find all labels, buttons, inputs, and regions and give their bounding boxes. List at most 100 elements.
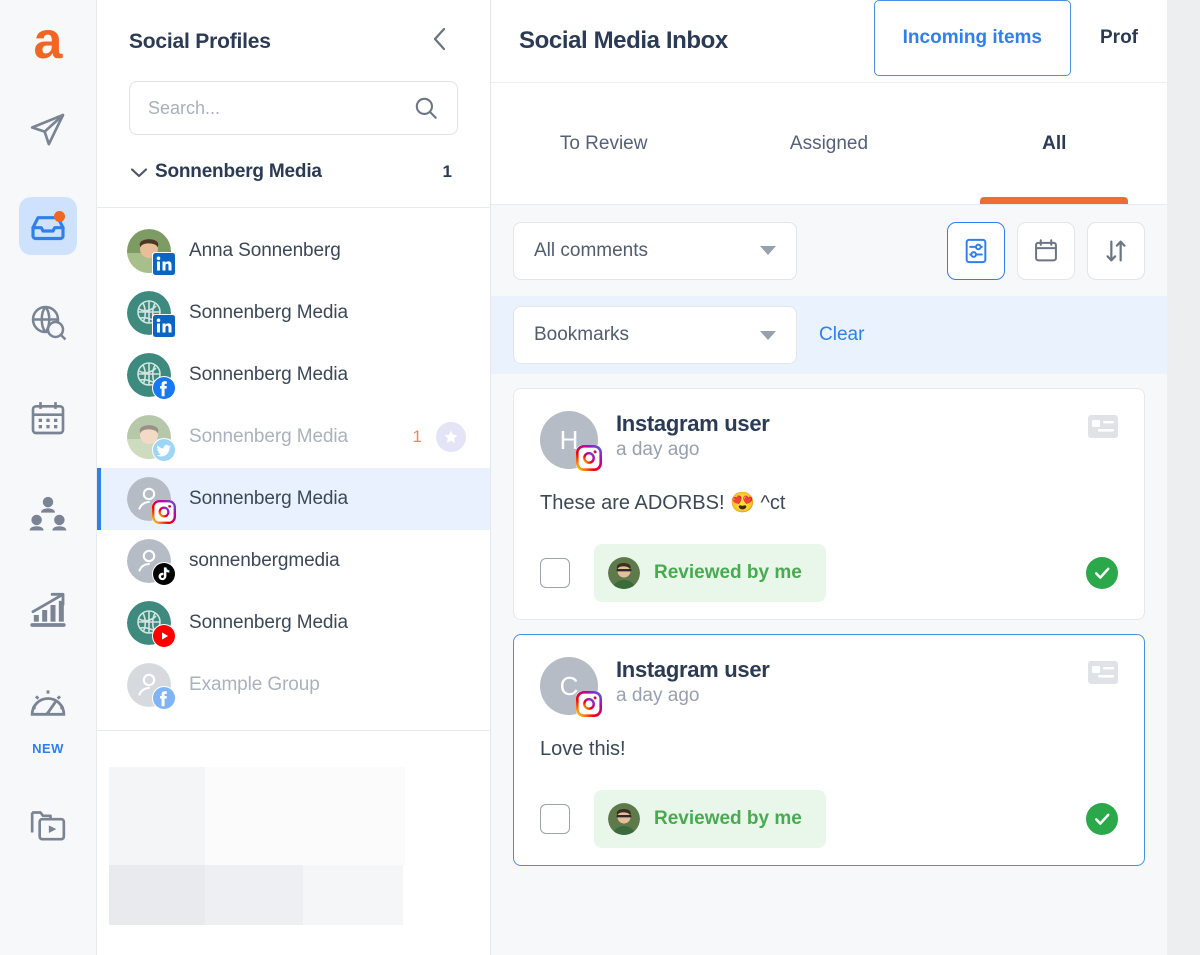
contact-card-glyph (1088, 415, 1118, 438)
profile-list-item[interactable]: Sonnenberg Media (97, 282, 490, 344)
comments-filter-value: All comments (534, 239, 649, 261)
platform-badge-twitter (152, 438, 176, 462)
svg-text:a: a (34, 12, 64, 70)
contact-card-icon[interactable] (1088, 415, 1118, 444)
profile-list-item[interactable]: sonnenbergmedia (97, 530, 490, 592)
platform-badge-youtube (152, 624, 176, 648)
check-circle-icon[interactable] (1086, 557, 1118, 589)
star-icon[interactable] (436, 422, 466, 452)
filter-settings-icon (965, 238, 987, 263)
profile-avatar (127, 477, 176, 524)
inbox-container: Social Media Inbox Incoming items Prof T… (491, 0, 1167, 955)
comment-meta: Instagram user a day ago (616, 657, 770, 707)
rail-item-analytics[interactable] (19, 581, 77, 639)
linkedin-icon (152, 252, 176, 276)
benchmark-new-tag: NEW (32, 741, 64, 756)
rail-item-audience[interactable] (19, 485, 77, 543)
rail-item-monitoring[interactable] (19, 293, 77, 351)
rail-item-calendar[interactable] (19, 389, 77, 447)
sub-tab-all[interactable]: All (942, 83, 1167, 204)
instagram-icon (152, 500, 176, 524)
reviewer-avatar-icon (608, 803, 640, 835)
platform-badge-instagram (576, 445, 602, 471)
profile-name: Anna Sonnenberg (189, 240, 341, 261)
rail-item-benchmark[interactable] (19, 677, 77, 735)
instagram-icon (576, 445, 602, 471)
clear-filters-link[interactable]: Clear (819, 324, 864, 346)
group-expand-toggle[interactable] (129, 165, 155, 179)
profile-list-item[interactable]: Sonnenberg Media (97, 592, 490, 654)
comment-text: Love this! (540, 738, 626, 760)
sidebar-collapse-button[interactable] (422, 20, 458, 63)
platform-badge-facebook (152, 376, 176, 400)
bookmarks-dropdown[interactable]: Bookmarks (513, 306, 797, 364)
commenter-avatar-wrapper: C (540, 657, 602, 717)
platform-badge-instagram (576, 691, 602, 717)
profile-list: Anna Sonnenberg Sonnenberg Media Sonnenb… (97, 208, 490, 716)
main-panel: Social Media Inbox Incoming items Prof T… (491, 0, 1200, 955)
platform-badge-linkedin (152, 252, 176, 276)
social-profiles-sidebar: Social Profiles Sonnenberg Media (97, 0, 491, 955)
asset-library-icon (30, 811, 66, 841)
chevron-down-icon (130, 168, 148, 178)
rail-item-asset-library[interactable] (19, 796, 77, 854)
filter-settings-button[interactable] (947, 221, 1005, 280)
tab-profiles[interactable]: Prof (1071, 0, 1167, 76)
profile-list-item[interactable]: Example Group (97, 654, 490, 716)
profile-list-item[interactable]: Sonnenberg Media (97, 344, 490, 406)
platform-badge-linkedin (152, 314, 176, 338)
profile-list-item[interactable]: Sonnenberg Media (97, 468, 490, 530)
comment-card[interactable]: C Instagram user a day ago Love this! Re… (513, 634, 1145, 866)
profile-avatar (127, 539, 176, 586)
facebook-icon (152, 686, 176, 710)
profile-name: Sonnenberg Media (189, 612, 348, 633)
sub-tab-assigned-label: Assigned (789, 132, 869, 154)
chevron-down-icon (760, 246, 776, 255)
comments-filter-dropdown[interactable]: All comments (513, 221, 797, 280)
comment-meta: Instagram user a day ago (616, 411, 770, 461)
comment-select-checkbox[interactable] (540, 804, 570, 834)
audience-icon (29, 496, 67, 531)
search-box[interactable] (129, 81, 458, 135)
profile-avatar (127, 663, 176, 710)
twitter-icon (152, 438, 176, 462)
profile-avatar (127, 601, 176, 648)
instagram-icon (576, 691, 602, 717)
profile-avatar (127, 291, 176, 338)
page-title: Social Media Inbox (519, 27, 728, 54)
profile-name: Sonnenberg Media (189, 364, 348, 385)
sub-tab-all-label: All (1042, 132, 1067, 154)
analytics-icon (30, 592, 66, 627)
inbox-sub-tabs: To Review Assigned All (491, 82, 1167, 204)
profile-list-item[interactable]: Sonnenberg Media 1 (97, 406, 490, 468)
chevron-down-icon (760, 330, 776, 340)
rail-item-publish[interactable] (19, 101, 77, 159)
chevron-left-icon (433, 27, 446, 51)
date-filter-button[interactable] (1017, 221, 1075, 280)
sub-tab-to-review[interactable]: To Review (491, 83, 716, 204)
profile-name: Example Group (189, 674, 320, 695)
tab-incoming-items-label: Incoming items (902, 27, 1042, 48)
sort-button[interactable] (1087, 221, 1145, 280)
facebook-icon (152, 376, 176, 400)
calendar-icon (31, 402, 65, 435)
platform-badge-tiktok (152, 562, 176, 586)
tab-incoming-items[interactable]: Incoming items (873, 0, 1071, 76)
comment-card-header: H Instagram user a day ago (540, 411, 1118, 471)
profile-group-header[interactable]: Sonnenberg Media 1 (97, 135, 490, 208)
comment-card[interactable]: H Instagram user a day ago These are ADO… (513, 388, 1145, 620)
platform-badge-facebook (152, 686, 176, 710)
rail-item-inbox[interactable] (19, 197, 77, 255)
contact-card-icon[interactable] (1088, 661, 1118, 690)
profile-list-item[interactable]: Anna Sonnenberg (97, 220, 490, 282)
search-input[interactable] (148, 97, 413, 119)
profile-name: Sonnenberg Media (189, 488, 348, 509)
app-logo[interactable]: a (19, 12, 77, 75)
check-circle-icon[interactable] (1086, 803, 1118, 835)
tab-profiles-label: Prof (1100, 27, 1138, 48)
reviewed-status-chip[interactable]: Reviewed by me (594, 790, 826, 848)
comment-select-checkbox[interactable] (540, 558, 570, 588)
reviewed-status-chip[interactable]: Reviewed by me (594, 544, 826, 602)
sub-tab-assigned[interactable]: Assigned (716, 83, 941, 204)
comment-timestamp: a day ago (616, 685, 700, 706)
